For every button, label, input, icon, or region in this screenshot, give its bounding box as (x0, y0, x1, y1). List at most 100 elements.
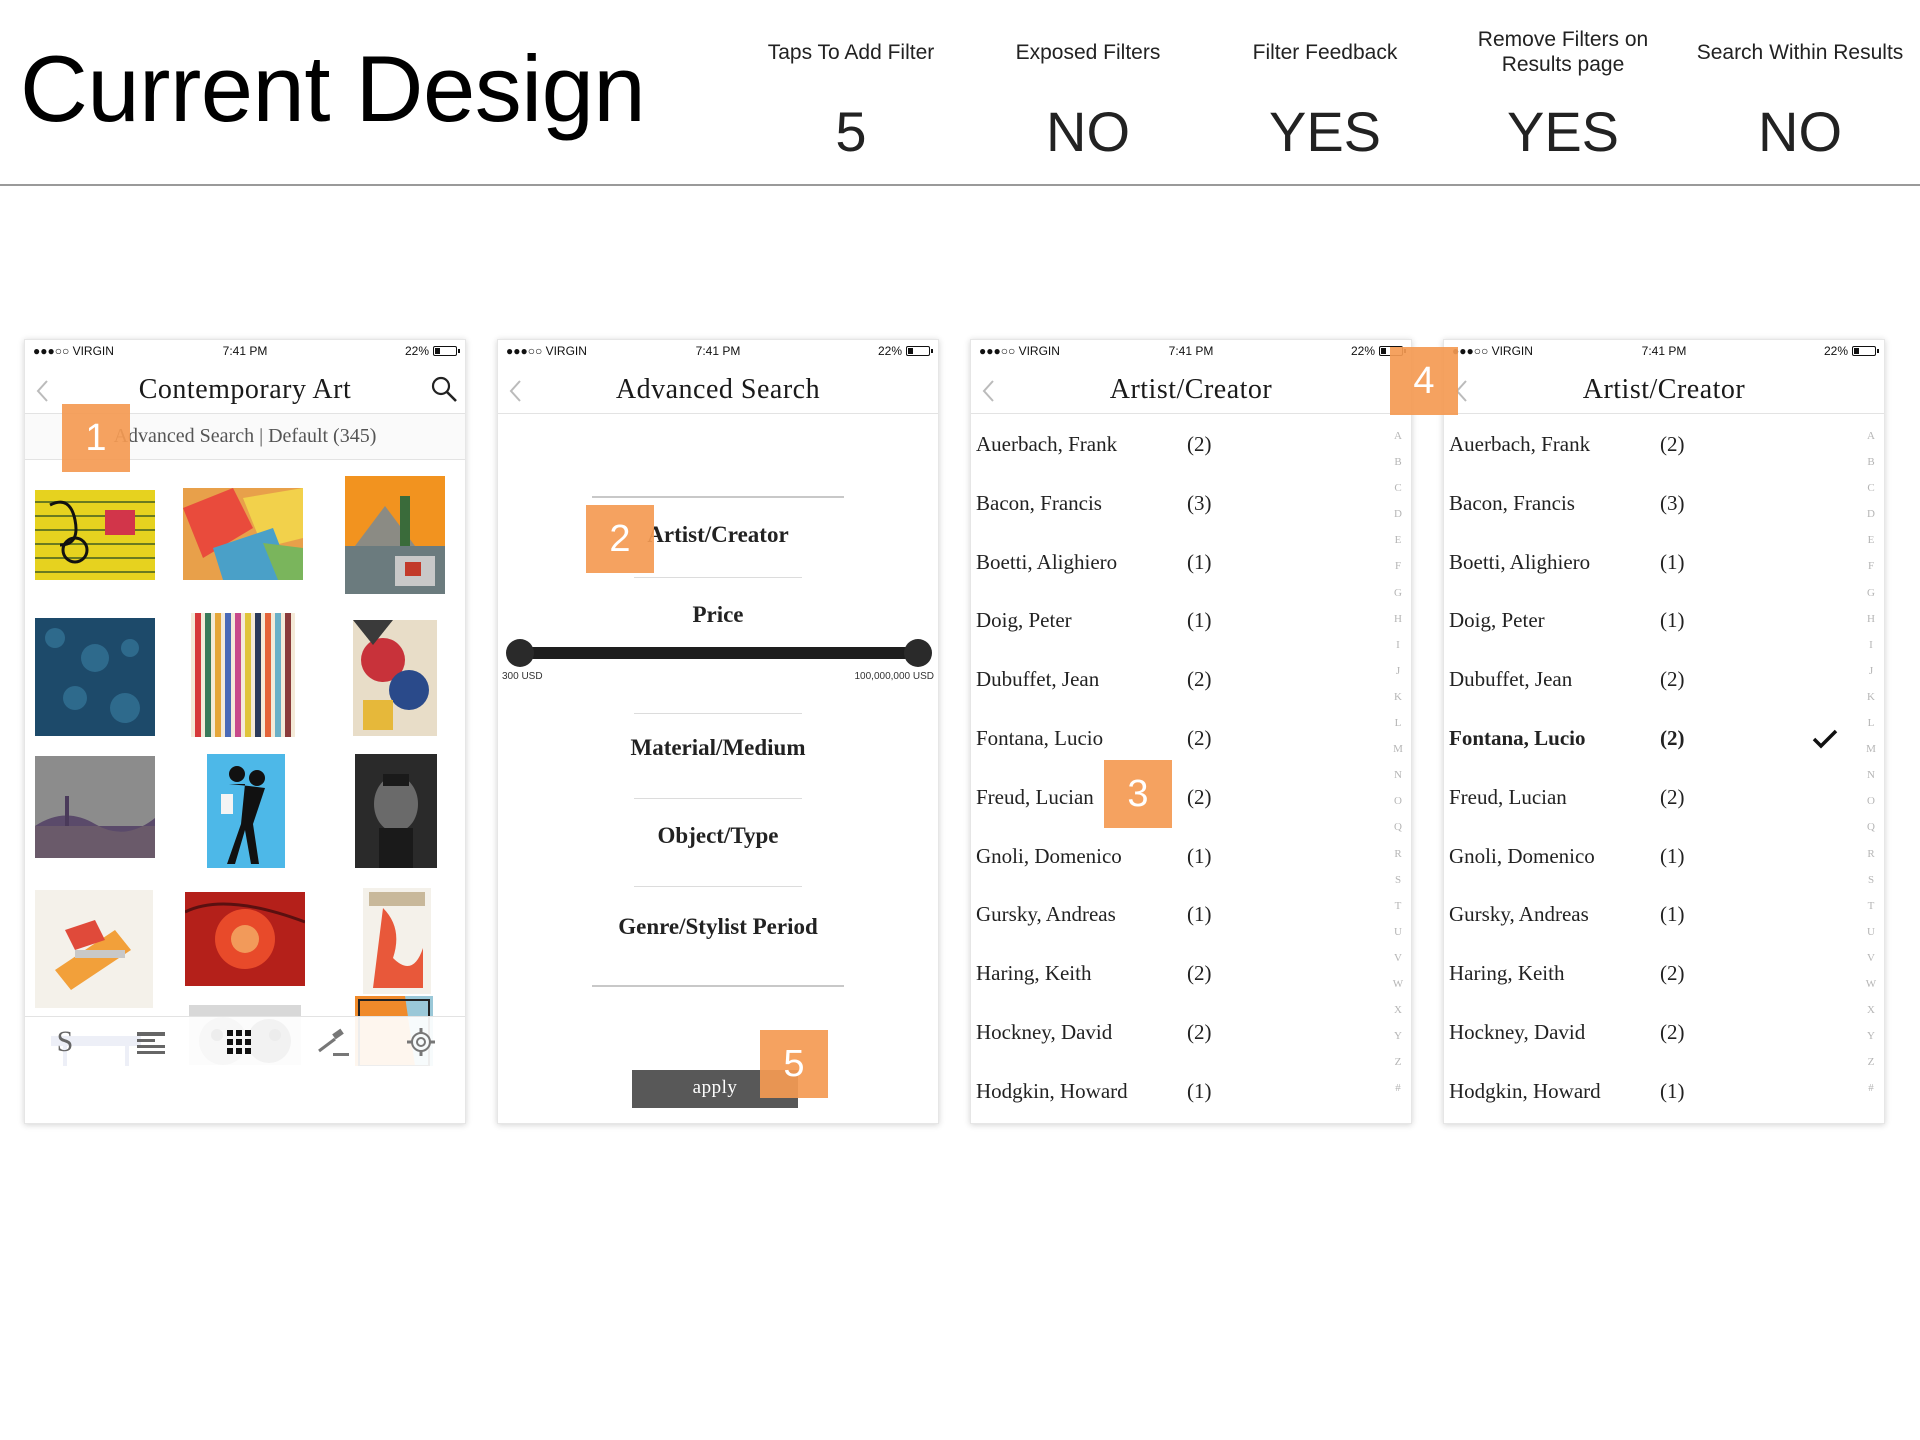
index-letter[interactable]: # (1385, 1082, 1411, 1108)
artwork-thumbnail[interactable] (183, 488, 303, 580)
index-letter[interactable]: L (1385, 717, 1411, 743)
artist-row[interactable]: Fontana, Lucio (2) (971, 708, 1411, 766)
index-letter[interactable]: T (1385, 900, 1411, 926)
artwork-thumbnail[interactable] (185, 892, 305, 986)
index-letter[interactable]: B (1385, 456, 1411, 482)
artist-row[interactable]: Gursky, Andreas (1) (1444, 884, 1884, 942)
index-letter[interactable]: I (1385, 639, 1411, 665)
artwork-thumbnail[interactable] (207, 754, 285, 868)
index-letter[interactable]: N (1858, 769, 1884, 795)
index-letter[interactable]: I (1858, 639, 1884, 665)
index-letter[interactable]: M (1385, 743, 1411, 769)
filter-material-medium[interactable]: Material/Medium (498, 735, 938, 761)
artwork-thumbnail[interactable] (35, 756, 155, 858)
index-letter[interactable]: U (1385, 926, 1411, 952)
grid-view-icon[interactable] (221, 1025, 257, 1059)
index-letter[interactable]: C (1385, 482, 1411, 508)
filter-artist-creator[interactable]: Artist/Creator (498, 522, 938, 548)
index-letter[interactable]: A (1385, 430, 1411, 456)
index-letter[interactable]: L (1858, 717, 1884, 743)
index-letter[interactable]: W (1858, 978, 1884, 1004)
price-range-slider[interactable] (520, 647, 916, 659)
index-letter[interactable]: A (1858, 430, 1884, 456)
artwork-thumbnail[interactable] (345, 476, 445, 594)
index-letter[interactable]: R (1385, 848, 1411, 874)
artist-row[interactable]: Gnoli, Domenico (1) (1444, 826, 1884, 884)
index-letter[interactable]: F (1858, 560, 1884, 586)
artwork-thumbnail[interactable] (35, 618, 155, 736)
artist-row[interactable]: Gnoli, Domenico (1) (971, 826, 1411, 884)
index-letter[interactable]: # (1858, 1082, 1884, 1108)
artist-row[interactable]: Boetti, Alighiero (1) (1444, 532, 1884, 590)
filter-price[interactable]: Price (498, 602, 938, 628)
artist-row[interactable]: Doig, Peter (1) (1444, 590, 1884, 648)
index-letter[interactable]: Y (1385, 1030, 1411, 1056)
artist-row[interactable]: Gursky, Andreas (1) (971, 884, 1411, 942)
index-letter[interactable]: G (1385, 587, 1411, 613)
index-letter[interactable]: O (1858, 795, 1884, 821)
tab-home[interactable]: S (47, 1025, 83, 1059)
index-letter[interactable]: N (1385, 769, 1411, 795)
artist-row[interactable]: Freud, Lucian (2) (1444, 767, 1884, 825)
index-letter[interactable]: K (1385, 691, 1411, 717)
artist-row[interactable]: Fontana, Lucio (2) (1444, 708, 1884, 766)
alphabet-index[interactable]: A B C D E F G H I J K L M N O Q R S T U V W X Y Z # (1858, 430, 1884, 1108)
index-letter[interactable]: V (1858, 952, 1884, 978)
filter-genre-period[interactable]: Genre/Stylist Period (498, 914, 938, 940)
artist-row[interactable]: Hockney, David (2) (971, 1002, 1411, 1060)
index-letter[interactable]: K (1858, 691, 1884, 717)
index-letter[interactable]: T (1858, 900, 1884, 926)
index-letter[interactable]: V (1385, 952, 1411, 978)
artist-row[interactable]: Hodgkin, Howard (1) (1444, 1061, 1884, 1119)
artwork-thumbnail[interactable] (35, 890, 153, 1008)
artist-row[interactable]: Hodgkin, Howard (1) (971, 1061, 1411, 1119)
index-letter[interactable]: C (1858, 482, 1884, 508)
index-letter[interactable]: X (1385, 1004, 1411, 1030)
index-letter[interactable]: H (1858, 613, 1884, 639)
artist-row[interactable]: Hockney, David (2) (1444, 1002, 1884, 1060)
index-letter[interactable]: F (1385, 560, 1411, 586)
artwork-thumbnail[interactable] (355, 754, 437, 868)
settings-gear-icon[interactable] (403, 1025, 439, 1059)
index-letter[interactable]: Q (1385, 821, 1411, 847)
artist-row[interactable]: Haring, Keith (2) (971, 943, 1411, 1001)
index-letter[interactable]: Y (1858, 1030, 1884, 1056)
artist-row[interactable]: Freud, Lucian (2) (971, 767, 1411, 825)
index-letter[interactable]: H (1385, 613, 1411, 639)
index-letter[interactable]: E (1858, 534, 1884, 560)
artist-row[interactable]: Dubuffet, Jean (2) (1444, 649, 1884, 707)
artist-row[interactable]: Dubuffet, Jean (2) (971, 649, 1411, 707)
index-letter[interactable]: J (1385, 665, 1411, 691)
index-letter[interactable]: W (1385, 978, 1411, 1004)
price-min-handle[interactable] (506, 639, 534, 667)
index-letter[interactable]: Z (1858, 1056, 1884, 1082)
index-letter[interactable]: U (1858, 926, 1884, 952)
price-max-handle[interactable] (904, 639, 932, 667)
index-letter[interactable]: D (1858, 508, 1884, 534)
index-letter[interactable]: S (1385, 874, 1411, 900)
auction-gavel-icon[interactable] (315, 1025, 351, 1059)
index-letter[interactable]: J (1858, 665, 1884, 691)
artwork-thumbnail[interactable] (35, 490, 155, 580)
artwork-thumbnail[interactable] (363, 888, 431, 994)
index-letter[interactable]: O (1385, 795, 1411, 821)
artist-row[interactable]: Bacon, Francis (3) (1444, 473, 1884, 531)
index-letter[interactable]: Q (1858, 821, 1884, 847)
index-letter[interactable]: E (1385, 534, 1411, 560)
filter-object-type[interactable]: Object/Type (498, 823, 938, 849)
artist-row[interactable]: Auerbach, Frank (2) (1444, 414, 1884, 472)
list-view-icon[interactable] (133, 1025, 169, 1059)
index-letter[interactable]: Z (1385, 1056, 1411, 1082)
index-letter[interactable]: B (1858, 456, 1884, 482)
index-letter[interactable]: G (1858, 587, 1884, 613)
artist-row[interactable]: Doig, Peter (1) (971, 590, 1411, 648)
artwork-thumbnail[interactable] (191, 613, 295, 737)
index-letter[interactable]: S (1858, 874, 1884, 900)
index-letter[interactable]: M (1858, 743, 1884, 769)
alphabet-index[interactable]: A B C D E F G H I J K L M N O Q R S T U V W X Y Z # (1385, 430, 1411, 1108)
artist-row[interactable]: Bacon, Francis (3) (971, 473, 1411, 531)
artist-row[interactable]: Auerbach, Frank (2) (971, 414, 1411, 472)
artist-row[interactable]: Haring, Keith (2) (1444, 943, 1884, 1001)
artwork-thumbnail[interactable] (353, 620, 437, 736)
index-letter[interactable]: R (1858, 848, 1884, 874)
